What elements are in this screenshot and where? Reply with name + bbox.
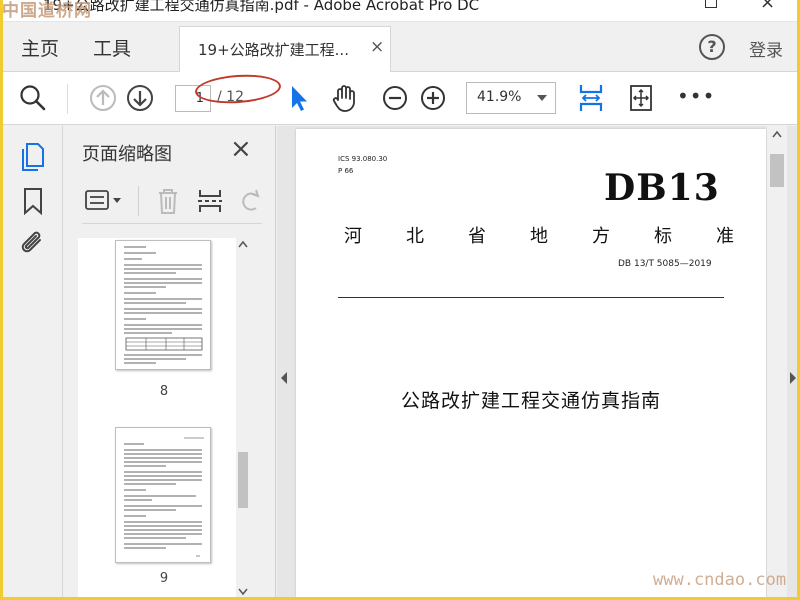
chevron-down-icon — [537, 95, 547, 101]
page-thumbnails-panel: 页面缩略图 × 8 9 — [64, 126, 276, 597]
page-thumbnails-icon[interactable] — [18, 140, 48, 172]
menu-bar: 主页 工具 19+公路改扩建工程... × ? 登录 — [3, 22, 797, 73]
category-char: 省 — [468, 226, 486, 247]
maximize-icon[interactable] — [705, 0, 717, 8]
previous-page-icon[interactable] — [87, 82, 119, 114]
watermark-bottom-right: www.cndao.com — [653, 570, 787, 590]
thumbnail-page[interactable] — [115, 240, 211, 370]
expand-right-panel-arrow-icon[interactable] — [789, 372, 797, 384]
panel-title: 页面缩略图 — [82, 144, 172, 165]
menu-tools[interactable]: 工具 — [93, 34, 131, 61]
p-line: P 66 — [338, 167, 354, 175]
tab-close-icon[interactable]: × — [370, 37, 384, 57]
thumbnail-label: 8 — [159, 384, 169, 399]
window-close-icon[interactable]: × — [760, 0, 775, 13]
bookmark-icon[interactable] — [20, 186, 46, 216]
standard-category: 河 北 省 地 方 标 准 — [344, 222, 734, 248]
category-char: 准 — [716, 226, 734, 247]
menu-home[interactable]: 主页 — [21, 34, 59, 61]
login-link[interactable]: 登录 — [749, 36, 783, 61]
doc-scroll-up-icon[interactable] — [772, 130, 782, 140]
document-tab-label: 19+公路改扩建工程... — [198, 41, 349, 59]
attachment-icon[interactable] — [18, 228, 48, 258]
category-char: 北 — [406, 226, 424, 247]
hand-tool-icon[interactable] — [329, 82, 361, 114]
document-scrollbar-thumb[interactable] — [770, 154, 784, 187]
thumbnail-scrollbar[interactable] — [236, 238, 250, 597]
thumbnail-list[interactable]: 8 9 — [78, 238, 250, 597]
full-screen-icon[interactable] — [625, 82, 657, 114]
more-options-icon[interactable]: ••• — [677, 84, 715, 108]
collapse-panel-arrow-icon[interactable] — [280, 372, 288, 384]
document-scrollbar[interactable] — [767, 126, 787, 597]
fit-width-icon[interactable] — [575, 82, 607, 114]
toolbar: 1 / 12 41.9% ••• — [3, 72, 797, 125]
toolbar-separator — [67, 84, 68, 114]
document-title: 公路改扩建工程交通仿真指南 — [400, 390, 661, 412]
zoom-out-icon[interactable] — [379, 82, 411, 114]
divider-line — [338, 297, 724, 298]
left-icon-rail — [3, 126, 63, 597]
pdf-page: ICS 93.080.30 P 66 DB13 河 北 省 地 方 标 准 DB… — [296, 129, 766, 597]
thumbnail-page-preview — [124, 437, 204, 557]
title-bar: 19+公路改扩建工程交通仿真指南.pdf - Adobe Acrobat Pro… — [3, 0, 797, 22]
panel-close-icon[interactable]: × — [230, 134, 252, 164]
thumbnail-options-icon[interactable] — [84, 188, 124, 214]
panel-toolbar — [82, 180, 262, 224]
rotate-icon[interactable] — [236, 186, 264, 216]
panel-toolbar-separator — [138, 186, 139, 216]
category-char: 河 — [344, 226, 362, 247]
zoom-in-icon[interactable] — [417, 82, 449, 114]
zoom-level-value: 41.9% — [477, 89, 522, 105]
watermark-top-left: 中国道桥网 — [2, 1, 92, 21]
select-cursor-icon[interactable] — [283, 82, 315, 114]
red-annotation-ellipse — [194, 72, 282, 106]
thumbnail-page-preview — [124, 246, 203, 364]
search-icon[interactable] — [17, 82, 49, 114]
db-code: DB13 — [604, 167, 720, 209]
window-title: 19+公路改扩建工程交通仿真指南.pdf - Adobe Acrobat Pro… — [43, 0, 480, 14]
scroll-down-icon[interactable] — [238, 586, 248, 596]
ics-code: ICS 93.080.30 P 66 — [338, 153, 387, 177]
category-char: 方 — [592, 226, 610, 247]
document-view[interactable]: ICS 93.080.30 P 66 DB13 河 北 省 地 方 标 准 DB… — [277, 126, 797, 597]
thumbnail-scrollbar-thumb[interactable] — [238, 452, 248, 508]
thumbnail-label: 9 — [159, 571, 169, 586]
scroll-up-icon[interactable] — [238, 240, 248, 250]
trash-icon[interactable] — [154, 186, 182, 216]
category-char: 地 — [530, 226, 548, 247]
extract-pages-icon[interactable] — [196, 186, 224, 216]
thumbnail-page[interactable] — [115, 427, 211, 563]
category-char: 标 — [654, 226, 672, 247]
acrobat-window: 19+公路改扩建工程交通仿真指南.pdf - Adobe Acrobat Pro… — [3, 0, 797, 597]
help-icon[interactable]: ? — [699, 34, 725, 60]
zoom-level-select[interactable]: 41.9% — [466, 82, 556, 114]
next-page-icon[interactable] — [124, 82, 156, 114]
document-tab[interactable]: 19+公路改扩建工程... × — [179, 26, 391, 73]
ics-line: ICS 93.080.30 — [338, 155, 388, 163]
standard-number: DB 13/T 5085—2019 — [618, 259, 712, 269]
